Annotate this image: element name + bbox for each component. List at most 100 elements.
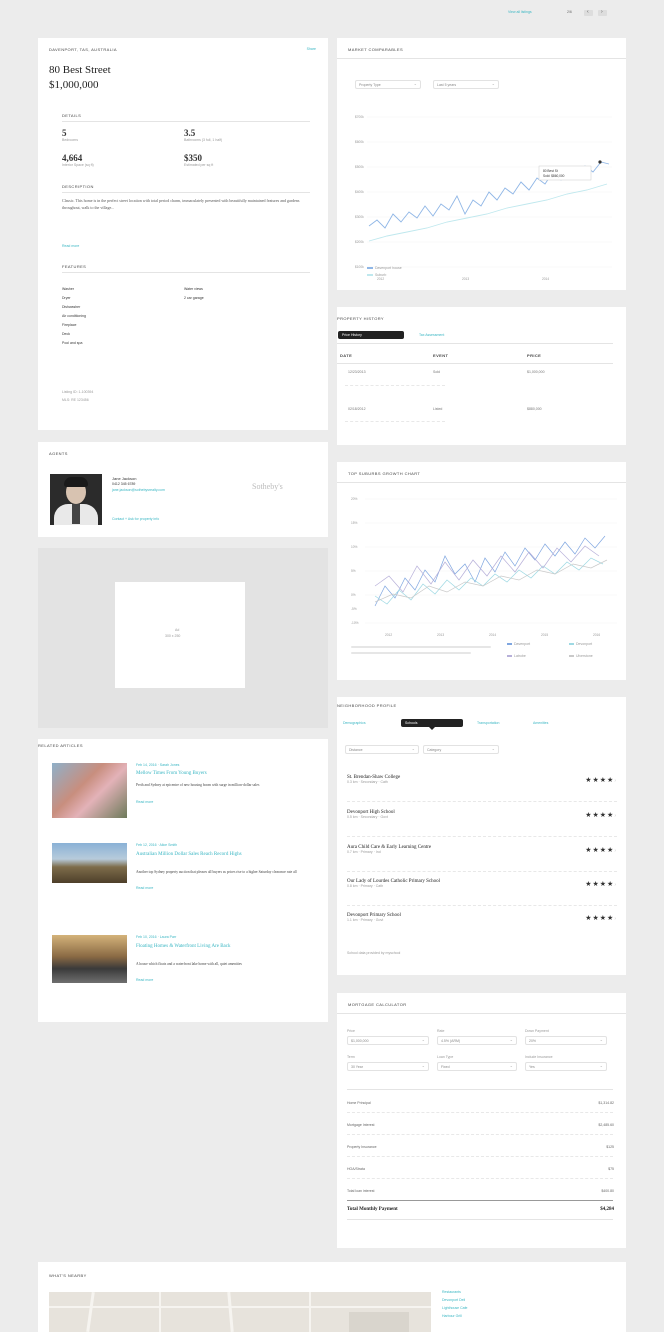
history-row-date: 02/18/2012 — [348, 407, 366, 411]
tab-schools[interactable]: Schools — [401, 719, 463, 727]
share-button[interactable]: Share — [307, 47, 316, 52]
tab-demographics[interactable]: Demographics — [339, 719, 395, 727]
active-tab-pointer — [429, 727, 435, 730]
breakdown-label: Total loan interest — [347, 1189, 375, 1193]
y-tick: $700k — [355, 115, 364, 119]
divider — [337, 343, 613, 344]
view-all-listings-link[interactable]: View all listings — [508, 10, 532, 14]
market-comparables-heading: Market Comparables — [348, 47, 404, 52]
mls-number: MLS: RE 123456 — [62, 398, 89, 402]
y-tick: -5% — [351, 607, 357, 611]
property-history-heading: Property History — [337, 316, 385, 321]
legend-item: Ulverstone — [569, 654, 593, 659]
history-row-date: 12/23/2013 — [348, 370, 366, 374]
total-label: Total Monthly Payment — [347, 1207, 398, 1212]
property-title: 80 Best Street — [49, 64, 111, 76]
nearby-map[interactable] — [49, 1292, 431, 1332]
row-divider — [345, 421, 445, 422]
column-header-event: Event — [433, 353, 449, 358]
x-tick: 2014 — [489, 633, 496, 637]
agent-email[interactable]: jane.jackson@sothebysrealty.com — [112, 488, 165, 493]
breadcrumb[interactable]: Davenport, TAS, Australia — [49, 47, 117, 52]
agent-card: Agents Jane Jackson 0412 345 6789 jane.j… — [38, 442, 328, 537]
field-label: Price — [347, 1029, 355, 1033]
school-row[interactable]: Our Lady of Lourdes Catholic Primary Sch… — [347, 879, 619, 903]
tab-tax-assessment[interactable]: Tax Assessment — [415, 331, 481, 339]
school-data-footnote: School data provided by myschool — [347, 951, 401, 955]
property-card: Davenport, TAS, Australia Share 80 Best … — [38, 38, 328, 430]
whats-nearby-card: What's Nearby Restaurants Devonport Deli… — [38, 1262, 626, 1332]
y-axis-labels: $700k $600k $500k $400k $300k $200k $100… — [355, 115, 364, 269]
agent-phone[interactable]: 0412 345 6789 — [112, 482, 135, 487]
series-suburb — [368, 183, 608, 242]
time-range-select[interactable]: Last 5 years — [433, 80, 499, 89]
school-row[interactable]: Devonport Primary School 1.1 km · Primar… — [347, 913, 619, 937]
breakdown-label: Home Principal — [347, 1101, 371, 1105]
price-input[interactable]: $1,000,000 — [347, 1036, 429, 1045]
column-header-price: Price — [527, 353, 542, 358]
y-tick: 0% — [351, 593, 356, 597]
y-tick: $500k — [355, 165, 364, 169]
x-tick: 2015 — [541, 633, 548, 637]
article-read-more: Read more — [136, 800, 154, 804]
whats-nearby-heading: What's Nearby — [49, 1273, 87, 1278]
school-row[interactable]: St. Brendan-Shaw College 0.3 km · Second… — [347, 775, 619, 799]
nearby-item[interactable]: Harbour Grill — [442, 1314, 462, 1319]
field-label: Include Insurance — [525, 1055, 553, 1059]
tab-transportation[interactable]: Transportation — [473, 719, 523, 727]
history-row-price: $880,000 — [527, 407, 542, 411]
callout-line: Sold: $860,000 — [543, 174, 565, 178]
fact-per-sqft: $350 Estimated per sq ft — [184, 153, 214, 167]
row-divider — [347, 801, 617, 802]
mortgage-calculator-card: Mortgage Calculator Price $1,000,000 Rat… — [337, 993, 626, 1248]
distance-select[interactable]: Distance — [345, 745, 419, 754]
x-tick: 2013 — [437, 633, 444, 637]
y-tick: 10% — [351, 545, 358, 549]
feature-item: Dryer — [62, 296, 71, 300]
category-select[interactable]: Category — [423, 745, 499, 754]
nearby-item[interactable]: Devonport Deli — [442, 1298, 465, 1303]
insurance-select[interactable]: Yes — [525, 1062, 607, 1071]
brand-logo: Sotheby's — [252, 482, 283, 491]
fact-interior: 4,664 Interior Space (sq ft) — [62, 153, 94, 167]
school-row[interactable]: Aura Child Care & Early Learning Centre … — [347, 845, 619, 869]
article-item[interactable]: Feb 12, 2016 · Alice Smith Australian Mi… — [52, 843, 324, 913]
row-divider — [347, 871, 617, 872]
nearby-item[interactable]: Lighthouse Cafe — [442, 1306, 468, 1311]
prev-listing-button[interactable]: ‹ — [584, 9, 593, 16]
growth-chart-heading: Top Suburbs Growth Chart — [348, 471, 421, 476]
tab-amenities[interactable]: Amenities — [529, 719, 565, 727]
y-tick: $300k — [355, 215, 364, 219]
breakdown-label: HOA/Strata — [347, 1167, 365, 1171]
article-thumbnail[interactable] — [52, 935, 127, 983]
breakdown-label: Property Insurance — [347, 1145, 377, 1149]
page-indicator: 2/6 — [567, 10, 572, 14]
contact-agent-link[interactable]: Contact + Ask for property info — [112, 517, 159, 522]
callout-line: 80 Best St — [543, 169, 558, 173]
feature-item: Pool and spa — [62, 341, 83, 345]
next-listing-button[interactable]: › — [598, 9, 607, 16]
rate-select[interactable]: 4.5% (ARM) — [437, 1036, 517, 1045]
feature-item: Air conditioning — [62, 314, 86, 318]
history-row-event: Listed — [433, 407, 443, 411]
term-select[interactable]: 30 Year — [347, 1062, 429, 1071]
article-thumbnail[interactable] — [52, 763, 127, 818]
article-item[interactable]: Feb 10, 2016 · Laura Parr Floating Homes… — [52, 935, 324, 1005]
article-thumbnail[interactable] — [52, 843, 127, 883]
ad-slot[interactable]: Ad 300 x 250 — [115, 582, 245, 688]
growth-chart-card: Top Suburbs Growth Chart 20% 15% 10% 5% … — [337, 462, 626, 680]
breakdown-value: $1,314.82 — [598, 1101, 614, 1105]
property-price: $1,000,000 — [49, 79, 99, 91]
read-more-link[interactable]: Read more — [62, 244, 79, 249]
tab-price-history[interactable]: Price History — [338, 331, 404, 339]
property-type-select[interactable]: Property Type — [355, 80, 421, 89]
agent-photo — [50, 474, 102, 525]
row-divider — [345, 385, 445, 386]
school-row[interactable]: Devonport High School 0.5 km · Secondary… — [347, 810, 619, 834]
article-item[interactable]: Feb 14, 2016 · Sarah Jones Mellow Times … — [52, 763, 324, 823]
school-meta: 1.1 km · Primary · Govt — [347, 918, 384, 922]
fact-bathrooms: 3.5 Bathrooms (3 full, 1 half) — [184, 128, 223, 142]
ad-panel: Ad 300 x 250 — [38, 548, 328, 728]
loan-type-select[interactable]: Fixed — [437, 1062, 517, 1071]
down-payment-input[interactable]: 20% — [525, 1036, 607, 1045]
